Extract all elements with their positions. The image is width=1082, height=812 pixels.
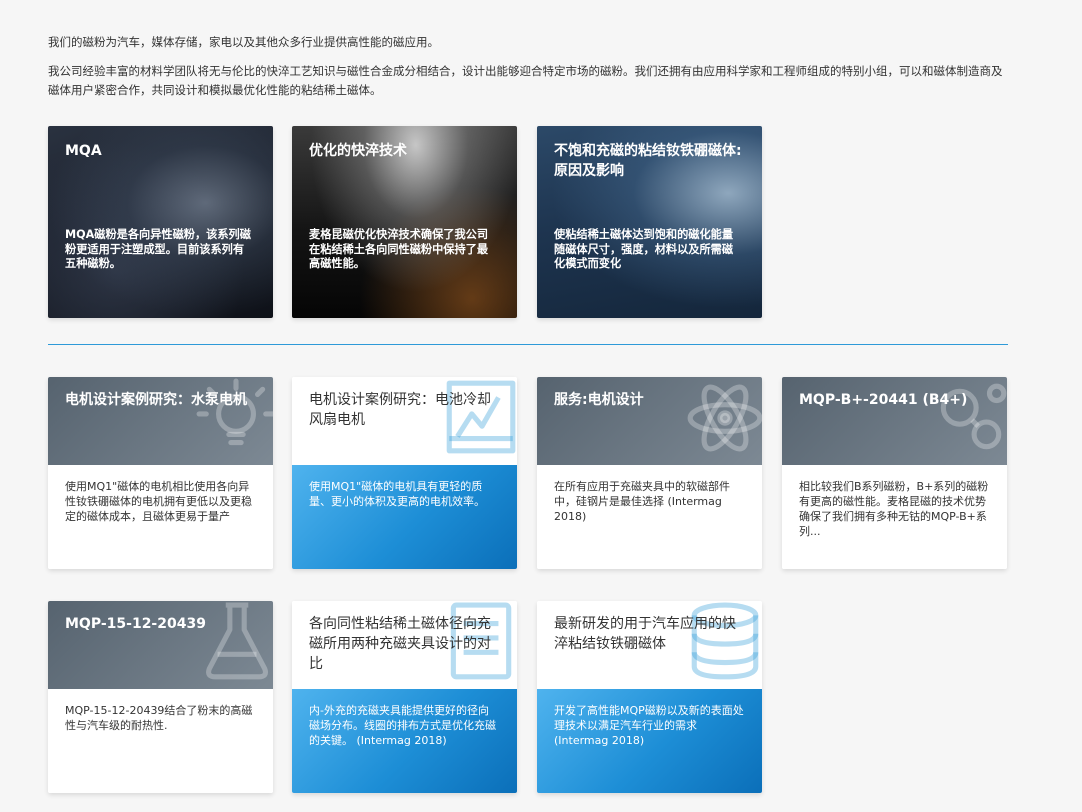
case-card-fixture-comparison[interactable]: 各向同性粘结稀土磁体径向充磁所用两种充磁夹具设计的对比 内-外充的充磁夹具能提供… (292, 601, 517, 793)
feature-card-title: 不饱和充磁的粘结钕铁硼磁体: 原因及影响 (554, 143, 742, 179)
feature-card-title: MQA (65, 143, 102, 159)
case-card-desc: 在所有应用于充磁夹具中的软磁部件中，硅钢片是最佳选择 (Intermag 201… (554, 480, 730, 523)
feature-card-desc: MQA磁粉是各向异性磁粉，该系列磁粉更适用于注塑成型。目前该系列有五种磁粉。 (65, 228, 251, 270)
case-card-title: MQP-B+-20441 (B4+) (799, 392, 968, 408)
intro-line-2: 我公司经验丰富的材料学团队将无与伦比的快淬工艺知识与磁性合金成分相结合，设计出能… (48, 64, 1003, 97)
case-card-pump-motor[interactable]: 电机设计案例研究：水泵电机 使用MQ1"磁体的电机相比使用各向异性钕铁硼磁体的电… (48, 377, 273, 569)
case-card-mqp-b-plus[interactable]: MQP-B+-20441 (B4+) 相比较我们B系列磁粉，B+系列的磁粉有更高… (782, 377, 1007, 569)
case-card-desc: 使用MQ1"磁体的电机具有更轻的质量、更小的体积及更高的电机效率。 (309, 480, 485, 508)
section-divider (48, 344, 1008, 345)
feature-card-mqa[interactable]: MQA MQA磁粉是各向异性磁粉，该系列磁粉更适用于注塑成型。目前该系列有五种磁… (48, 126, 273, 318)
case-card-desc: 使用MQ1"磁体的电机相比使用各向异性钕铁硼磁体的电机拥有更低以及更稳定的磁体成… (65, 480, 252, 523)
feature-card-unsaturated[interactable]: 不饱和充磁的粘结钕铁硼磁体: 原因及影响 使粘结稀土磁体达到饱和的磁化能量随磁体… (537, 126, 762, 318)
case-card-desc: 内-外充的充磁夹具能提供更好的径向磁场分布。线圈的排布方式是优化充磁的关键。 (… (309, 704, 496, 747)
intro-line-1: 我们的磁粉为汽车，媒体存储，家电以及其他众多行业提供高性能的磁应用。 (48, 35, 439, 49)
case-card-new-automotive-magnet[interactable]: 最新研发的用于汽车应用的快淬粘结钕铁硼磁体 开发了高性能MQP磁粉以及新的表面处… (537, 601, 762, 793)
feature-card-quench[interactable]: 优化的快淬技术 麦格昆磁优化快淬技术确保了我公司在粘结稀土各向同性磁粉中保持了最… (292, 126, 517, 318)
case-card-fan-motor[interactable]: 电机设计案例研究：电池冷却风扇电机 使用MQ1"磁体的电机具有更轻的质量、更小的… (292, 377, 517, 569)
intro-text: 我们的磁粉为汽车，媒体存储，家电以及其他众多行业提供高性能的磁应用。 我公司经验… (48, 33, 1013, 110)
feature-card-title: 优化的快淬技术 (309, 143, 407, 159)
feature-card-desc: 麦格昆磁优化快淬技术确保了我公司在粘结稀土各向同性磁粉中保持了最高磁性能。 (309, 228, 489, 270)
feature-card-desc: 使粘结稀土磁体达到饱和的磁化能量随磁体尺寸，强度，材料以及所需磁化模式而变化 (554, 228, 734, 270)
case-card-title: 电机设计案例研究：电池冷却风扇电机 (309, 392, 491, 428)
case-card-desc: 相比较我们B系列磁粉，B+系列的磁粉有更高的磁性能。麦格昆磁的技术优势确保了我们… (799, 480, 989, 538)
case-card-title: 最新研发的用于汽车应用的快淬粘结钕铁硼磁体 (554, 616, 736, 652)
case-card-title: 各向同性粘结稀土磁体径向充磁所用两种充磁夹具设计的对比 (309, 616, 491, 672)
case-card-desc: 开发了高性能MQP磁粉以及新的表面处理技术以满足汽车行业的需求 (Interma… (554, 704, 744, 747)
case-card-motor-design-service[interactable]: 服务:电机设计 在所有应用于充磁夹具中的软磁部件中，硅钢片是最佳选择 (Inte… (537, 377, 762, 569)
case-card-title: 电机设计案例研究：水泵电机 (65, 392, 247, 408)
case-card-title: MQP-15-12-20439 (65, 616, 206, 632)
case-card-desc: MQP-15-12-20439结合了粉末的高磁性与汽车级的耐热性. (65, 704, 253, 732)
case-card-mqp-15-12[interactable]: MQP-15-12-20439 MQP-15-12-20439结合了粉末的高磁性… (48, 601, 273, 793)
case-card-title: 服务:电机设计 (554, 392, 644, 408)
